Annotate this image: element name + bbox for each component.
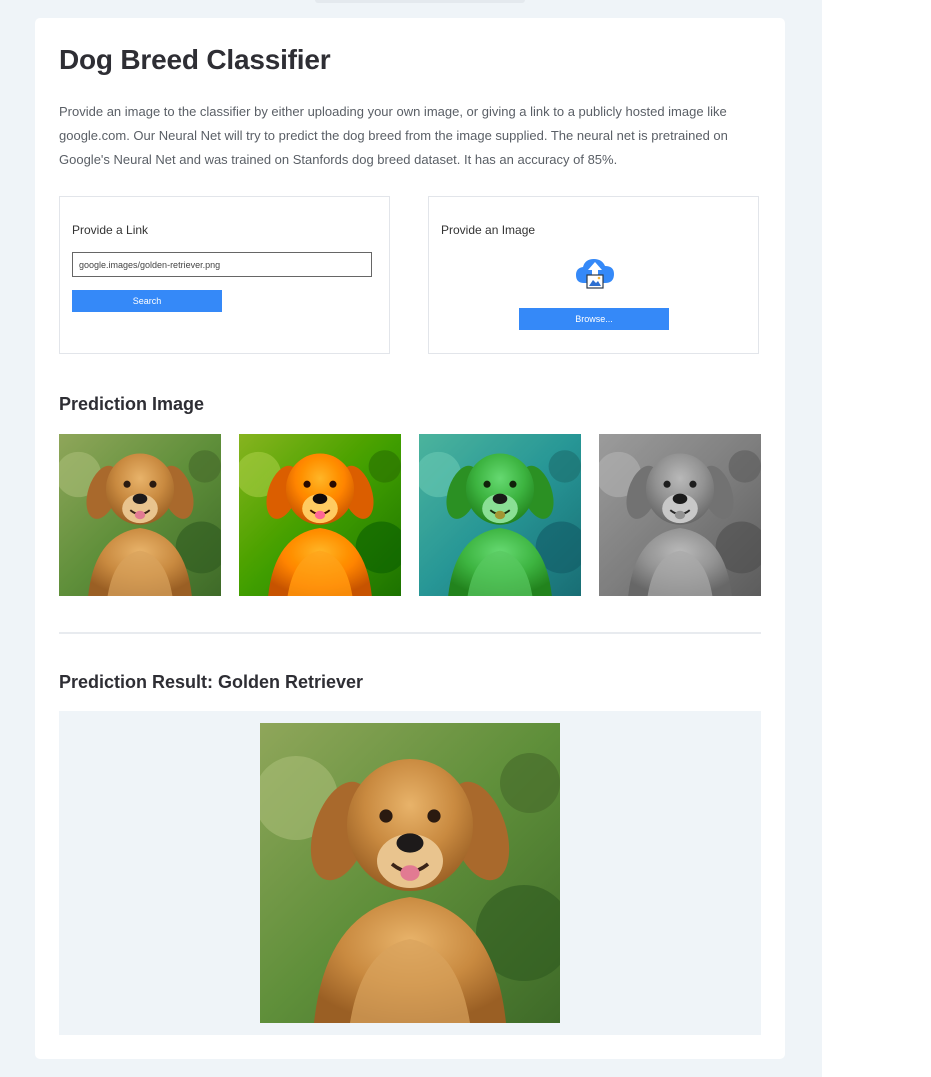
prediction-thumbnail-green-tint — [419, 434, 581, 596]
prediction-result-photo — [260, 723, 560, 1023]
image-panel: Provide an Image Browse... — [428, 196, 759, 354]
prediction-thumbnail-original — [59, 434, 221, 596]
prediction-thumbnail-saturated — [239, 434, 401, 596]
classifier-card: Dog Breed Classifier Provide an image to… — [35, 18, 785, 1059]
prediction-thumbnail-grayscale — [599, 434, 761, 596]
intro-text: Provide an image to the classifier by ei… — [59, 104, 728, 167]
prediction-result-title: Prediction Result: Golden Retriever — [59, 672, 364, 692]
link-panel: Provide a Link Search — [59, 196, 390, 354]
image-panel-label: Provide an Image — [441, 223, 536, 237]
browse-button[interactable]: Browse... — [519, 308, 669, 330]
prediction-image-title: Prediction Image — [59, 394, 205, 414]
prediction-result-box — [59, 711, 761, 1035]
cloud-upload-icon[interactable] — [574, 255, 616, 291]
link-input[interactable] — [72, 252, 372, 277]
link-panel-label: Provide a Link — [72, 223, 149, 237]
page-title: Dog Breed Classifier — [59, 44, 331, 75]
section-divider — [59, 632, 761, 634]
search-button[interactable]: Search — [72, 290, 222, 312]
top-tab-edge — [315, 0, 525, 3]
